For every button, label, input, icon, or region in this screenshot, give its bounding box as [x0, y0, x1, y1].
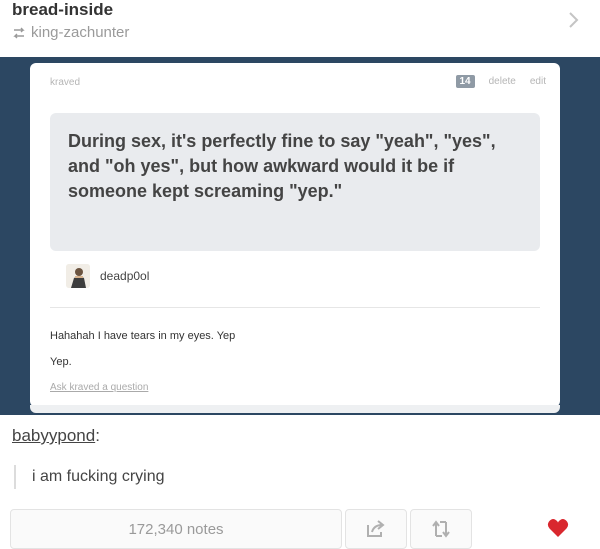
- card-tools: 14 delete edit: [455, 75, 546, 88]
- like-button[interactable]: [530, 509, 586, 547]
- share-icon: [367, 520, 385, 537]
- avatar[interactable]: [66, 264, 90, 288]
- comment-text: i am fucking crying: [32, 468, 165, 485]
- blog-name[interactable]: bread-inside: [12, 0, 113, 20]
- reblog-source-name[interactable]: king-zachunter: [31, 24, 129, 41]
- answer-line-1: Hahahah I have tears in my eyes. Yep: [50, 330, 236, 342]
- answer-line-2: Yep.: [50, 356, 72, 368]
- comment-username-text[interactable]: babyypond: [12, 426, 95, 445]
- share-button[interactable]: [345, 509, 407, 549]
- asker-row: deadp0ol: [66, 264, 149, 288]
- post-footer: 172,340 notes: [0, 505, 600, 549]
- count-badge: 14: [455, 75, 475, 88]
- quote-bar: [14, 465, 16, 489]
- question-bubble: During sex, it's perfectly fine to say "…: [50, 113, 540, 251]
- notes-button[interactable]: 172,340 notes: [10, 509, 342, 549]
- card-asker-blog[interactable]: kraved: [50, 77, 80, 88]
- asker-name[interactable]: deadp0ol: [100, 269, 149, 283]
- reblog-icon: [432, 520, 450, 538]
- reblog-icon: [12, 27, 26, 39]
- comment-colon: :: [95, 426, 100, 445]
- comment-username[interactable]: babyypond:: [12, 426, 100, 446]
- card-bottom-strip: [30, 405, 560, 413]
- notes-count: 172,340 notes: [128, 520, 224, 538]
- screenshot-frame: kraved 14 delete edit During sex, it's p…: [0, 57, 600, 415]
- edit-button[interactable]: edit: [530, 76, 546, 87]
- heart-icon: [547, 519, 569, 537]
- reblog-source[interactable]: king-zachunter: [12, 24, 129, 41]
- post-header: bread-inside king-zachunter: [0, 0, 600, 57]
- ask-question-link[interactable]: Ask kraved a question: [50, 382, 148, 393]
- ask-card: kraved 14 delete edit During sex, it's p…: [30, 63, 560, 407]
- divider: [50, 307, 540, 308]
- delete-button[interactable]: delete: [489, 76, 516, 87]
- chevron-right-icon[interactable]: [568, 10, 580, 35]
- reblog-button[interactable]: [410, 509, 472, 549]
- question-text: During sex, it's perfectly fine to say "…: [68, 131, 496, 201]
